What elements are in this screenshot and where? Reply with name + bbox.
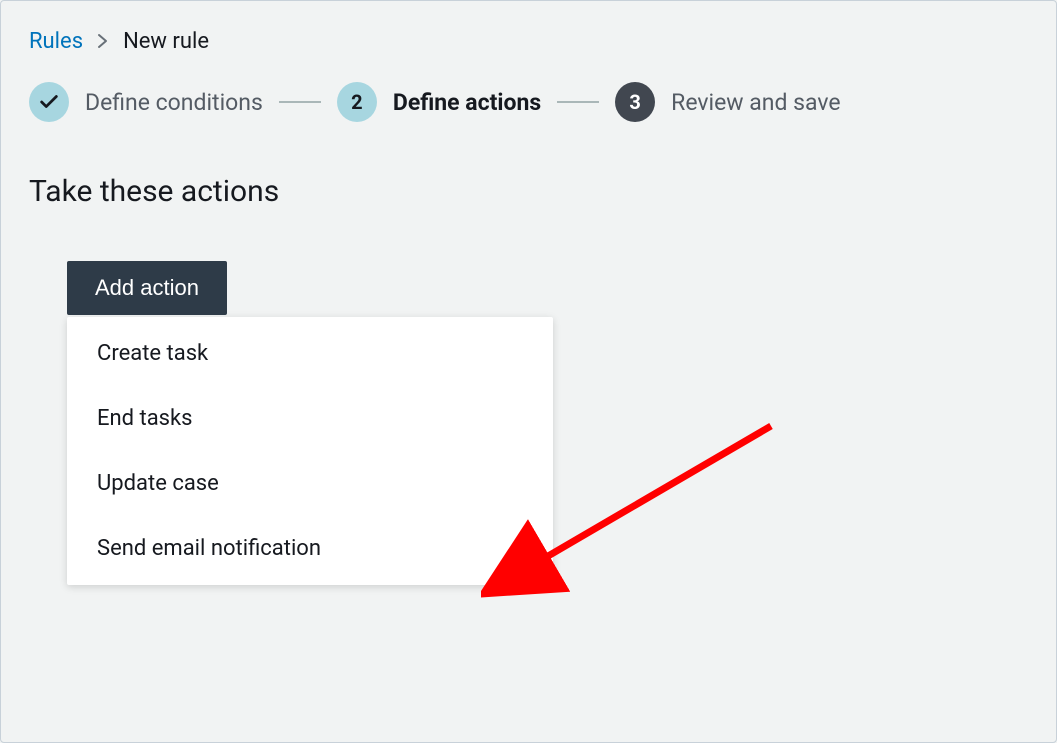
section-title: Take these actions	[29, 174, 1028, 209]
step-circle-completed	[29, 82, 69, 122]
step-define-conditions[interactable]: Define conditions	[29, 82, 263, 122]
action-panel: Add action Create task End tasks Update …	[67, 261, 1028, 585]
step-review-save[interactable]: 3 Review and save	[615, 82, 840, 122]
wizard-stepper: Define conditions 2 Define actions 3 Rev…	[29, 82, 1028, 122]
add-action-dropdown: Create task End tasks Update case Send e…	[67, 317, 553, 585]
checkmark-icon	[38, 91, 60, 113]
menu-item-end-tasks[interactable]: End tasks	[67, 386, 553, 451]
chevron-right-icon	[97, 30, 109, 54]
step-label: Define actions	[393, 89, 541, 116]
step-define-actions[interactable]: 2 Define actions	[337, 82, 541, 122]
step-connector	[557, 101, 599, 103]
step-circle-pending: 3	[615, 82, 655, 122]
breadcrumb-link-rules[interactable]: Rules	[29, 29, 83, 54]
step-circle-active: 2	[337, 82, 377, 122]
add-action-button[interactable]: Add action	[67, 261, 227, 315]
step-connector	[279, 101, 321, 103]
breadcrumb-current: New rule	[123, 29, 209, 54]
step-label: Review and save	[671, 89, 840, 116]
menu-item-update-case[interactable]: Update case	[67, 451, 553, 516]
step-label: Define conditions	[85, 89, 263, 116]
menu-item-create-task[interactable]: Create task	[67, 321, 553, 386]
breadcrumb: Rules New rule	[29, 29, 1028, 54]
menu-item-send-email[interactable]: Send email notification	[67, 516, 553, 581]
